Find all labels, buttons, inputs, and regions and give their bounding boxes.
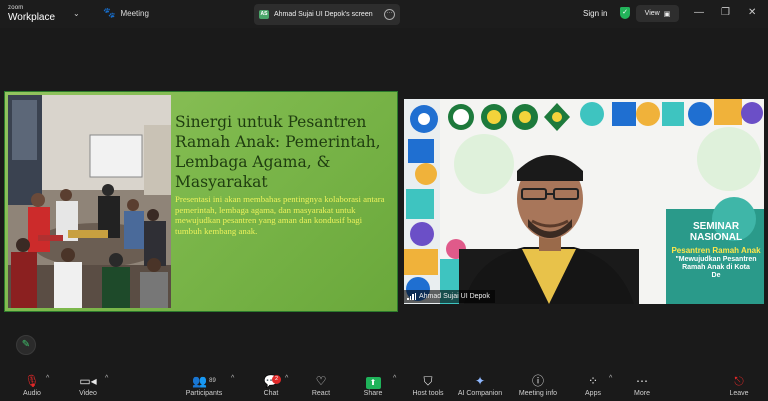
- participant-name-label: Ahmad Sujai UI Depok: [404, 290, 495, 303]
- participants-icon: 👥 89: [192, 374, 216, 388]
- sparkle-icon: ✦: [474, 374, 486, 388]
- banner-line-6: De: [711, 272, 721, 279]
- brand-product-text: Workplace: [8, 12, 56, 23]
- banner-line-4: "Mewujudkan Pesantren: [675, 256, 757, 263]
- participants-options-caret-icon[interactable]: ^: [231, 375, 234, 382]
- participant-video-tile[interactable]: SEMINAR NASIONAL Pesantren Ramah Anak "M…: [404, 99, 764, 304]
- slide-title: Sinergi untuk Pesantren Ramah Anak: Peme…: [175, 113, 381, 191]
- banner-line-1: SEMINAR: [692, 221, 740, 232]
- signal-bars-icon: [407, 293, 416, 300]
- participants-button[interactable]: 👥 89 Participants: [182, 373, 226, 398]
- share-screen-icon: ⬆: [360, 373, 386, 389]
- sharer-avatar-badge: AS: [259, 10, 269, 19]
- sign-in-link[interactable]: Sign in: [583, 9, 607, 18]
- screen-share-indicator[interactable]: AS Ahmad Sujai UI Depok's screen ···: [254, 4, 400, 25]
- meeting-toolbar: 🎙 Audio ^ ▭◂ Video ^ 👥 89 Participants ^ …: [0, 368, 768, 401]
- apps-grid-icon: ⁘: [587, 374, 599, 388]
- more-options-icon[interactable]: ···: [384, 9, 395, 20]
- chat-unread-badge: 2: [272, 375, 281, 384]
- zoom-window: zoom Workplace ⌄ 🐾 Meeting AS Ahmad Suja…: [0, 0, 768, 401]
- audio-label: Audio: [23, 390, 41, 397]
- annotate-pen-icon[interactable]: ✎: [16, 335, 36, 355]
- shield-icon: ⛉: [423, 374, 433, 388]
- restore-icon[interactable]: ❐: [721, 7, 730, 19]
- seminar-banner: SEMINAR NASIONAL Pesantren Ramah Anak "M…: [668, 221, 764, 280]
- title-bar: zoom Workplace ⌄ 🐾 Meeting AS Ahmad Suja…: [0, 0, 768, 28]
- participant-name: Ahmad Sujai UI Depok: [419, 293, 490, 300]
- meeting-tab[interactable]: 🐾 Meeting: [103, 8, 149, 19]
- muted-microphone-icon: 🎙: [24, 374, 40, 388]
- video-options-caret-icon[interactable]: ^: [105, 375, 108, 382]
- audio-button[interactable]: 🎙 Audio: [18, 373, 46, 398]
- host-tools-button[interactable]: ⛉ Host tools: [408, 373, 448, 398]
- chat-options-caret-icon[interactable]: ^: [285, 375, 288, 382]
- view-label: View: [644, 10, 660, 17]
- chat-button[interactable]: 💬 Chat 2: [258, 373, 284, 398]
- video-label: Video: [79, 390, 97, 397]
- banner-line-5: Ramah Anak di Kota: [682, 264, 750, 271]
- more-label: More: [634, 390, 650, 397]
- heart-icon: ♡: [315, 374, 327, 388]
- more-dots-icon: ⋯: [636, 374, 648, 388]
- participants-count: 89: [209, 378, 216, 384]
- info-icon: ⓘ: [531, 374, 544, 388]
- react-button[interactable]: ♡ React: [308, 373, 334, 398]
- meeting-info-label: Meeting info: [518, 390, 558, 397]
- paw-icon: 🐾: [103, 8, 116, 19]
- share-title: Ahmad Sujai UI Depok's screen: [274, 11, 373, 18]
- leave-exit-icon: ⎋: [734, 374, 744, 388]
- view-button[interactable]: View ▣: [636, 5, 679, 22]
- banner-line-3: Pesantren Ramah Anak: [671, 246, 761, 255]
- apps-label: Apps: [585, 390, 601, 397]
- zoom-workplace-logo[interactable]: zoom Workplace: [8, 3, 55, 23]
- share-label: Share: [363, 390, 383, 397]
- ai-companion-button[interactable]: ✦ AI Companion: [455, 373, 505, 398]
- meeting-info-button[interactable]: ⓘ Meeting info: [514, 373, 562, 398]
- audio-options-caret-icon[interactable]: ^: [46, 375, 49, 382]
- participants-label: Participants: [185, 390, 223, 397]
- slide-photo-image: [8, 95, 171, 308]
- video-camera-icon: ▭◂: [79, 374, 97, 388]
- minimize-icon[interactable]: —: [694, 7, 704, 19]
- leave-label: Leave: [729, 390, 749, 397]
- close-icon[interactable]: ✕: [748, 7, 756, 19]
- leave-button[interactable]: ⎋ Leave: [725, 373, 753, 398]
- banner-line-2: NASIONAL: [689, 232, 743, 243]
- chevron-down-icon[interactable]: ⌄: [73, 9, 80, 18]
- host-tools-label: Host tools: [412, 390, 444, 397]
- video-button[interactable]: ▭◂ Video: [74, 373, 102, 398]
- slide-body-text: Presentasi ini akan membahas pentingnya …: [175, 194, 385, 236]
- apps-button[interactable]: ⁘ Apps: [580, 373, 606, 398]
- chat-label: Chat: [263, 390, 279, 397]
- meeting-label: Meeting: [120, 9, 149, 18]
- shared-presentation-slide: Sinergi untuk Pesantren Ramah Anak: Peme…: [4, 91, 398, 312]
- apps-options-caret-icon[interactable]: ^: [609, 375, 612, 382]
- view-layout-icon: ▣: [663, 10, 671, 18]
- more-button[interactable]: ⋯ More: [629, 373, 655, 398]
- security-shield-icon[interactable]: ✓: [620, 7, 630, 19]
- ai-companion-label: AI Companion: [457, 390, 503, 397]
- share-button[interactable]: ⬆ Share: [360, 373, 386, 398]
- share-options-caret-icon[interactable]: ^: [393, 375, 396, 382]
- react-label: React: [311, 390, 331, 397]
